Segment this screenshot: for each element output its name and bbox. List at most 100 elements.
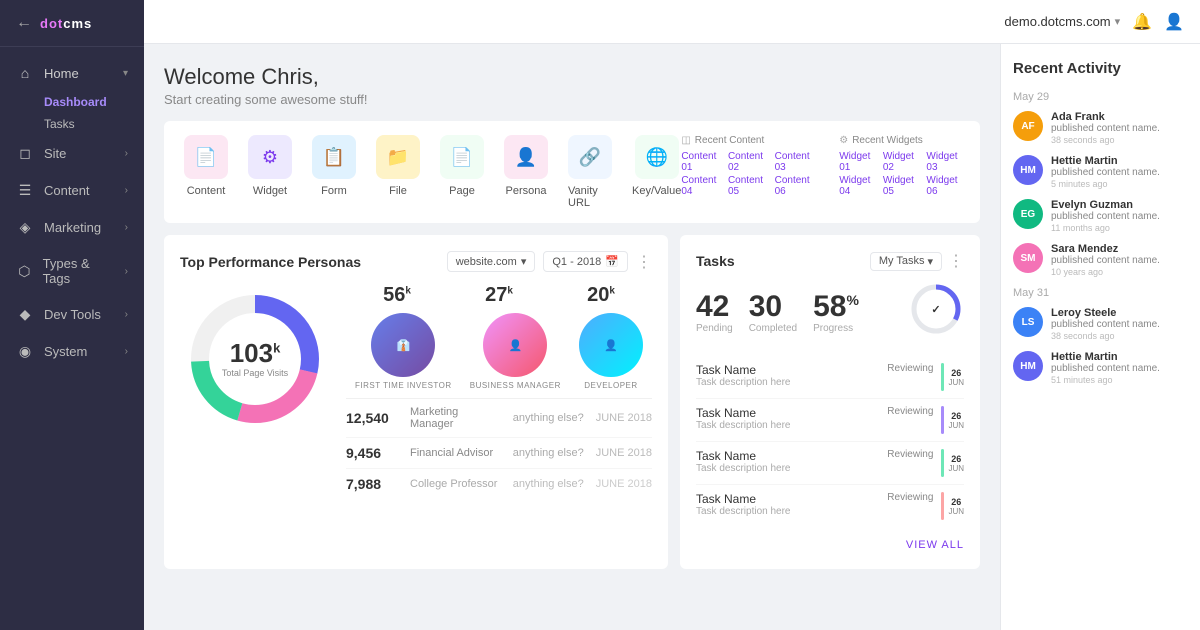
recent-widget-item[interactable]: Widget 02 xyxy=(883,151,917,173)
sidebar-item-tasks[interactable]: Tasks xyxy=(0,113,144,135)
personas-body: 103k Total Page Visits 56k xyxy=(180,284,652,499)
activity-content: Sara Mendez published content name. 10 y… xyxy=(1051,243,1160,277)
activity-item: AF Ada Frank published content name. 38 … xyxy=(1013,111,1188,145)
activity-content: Evelyn Guzman published content name. 11… xyxy=(1051,199,1160,233)
row-action: anything else? xyxy=(513,412,584,424)
sidebar-item-dev[interactable]: ◆ Dev Tools › xyxy=(0,296,144,333)
activity-item: LS Leroy Steele published content name. … xyxy=(1013,307,1188,341)
sidebar-item-site-label: Site xyxy=(44,146,66,161)
date-filter[interactable]: Q1 - 2018 📅 xyxy=(543,251,628,272)
sidebar-item-system-label: System xyxy=(44,344,87,359)
progress-label: Progress xyxy=(813,323,859,334)
content-icon: ☰ xyxy=(16,182,34,199)
activity-name: Hettie Martin xyxy=(1051,351,1160,363)
content-area: Welcome Chris, Start creating some aweso… xyxy=(144,44,1200,630)
persona-col-3: 20k xyxy=(587,284,615,307)
personas-panel: Top Performance Personas website.com ▾ Q… xyxy=(164,235,668,569)
personas-panel-controls: website.com ▾ Q1 - 2018 📅 ⋮ xyxy=(447,251,652,272)
recent-content-item[interactable]: Content 01 xyxy=(681,151,718,173)
quick-action-widget[interactable]: ⚙ Widget xyxy=(248,135,292,209)
activity-name: Hettie Martin xyxy=(1051,155,1160,167)
recent-widget-item[interactable]: Widget 03 xyxy=(926,151,960,173)
recent-content-item[interactable]: Content 04 xyxy=(681,175,718,197)
activity-item: HM Hettie Martin published content name.… xyxy=(1013,351,1188,385)
form-action-label: Form xyxy=(321,185,347,197)
recent-content-item[interactable]: Content 05 xyxy=(728,175,765,197)
donut-total: 103k xyxy=(222,340,288,366)
sidebar-item-marketing[interactable]: ◈ Marketing › xyxy=(0,209,144,246)
persona-avatars-row: 👔 FIRST TIME INVESTOR 👤 BUSINESS MANAGER… xyxy=(346,313,652,390)
avatar: HM xyxy=(1013,155,1043,185)
tasks-pending: 42 Pending xyxy=(696,290,733,334)
vanity-action-icon: 🔗 xyxy=(568,135,612,179)
recent-widget-item[interactable]: Widget 04 xyxy=(839,175,873,197)
quick-action-vanity[interactable]: 🔗 Vanity URL xyxy=(568,135,612,209)
sidebar-item-site[interactable]: ◻ Site › xyxy=(0,135,144,172)
activity-name: Sara Mendez xyxy=(1051,243,1160,255)
task-desc: Task description here xyxy=(696,463,879,474)
row-num: 9,456 xyxy=(346,445,398,461)
completed-label: Completed xyxy=(749,323,797,334)
recent-content-item[interactable]: Content 02 xyxy=(728,151,765,173)
website-filter[interactable]: website.com ▾ xyxy=(447,251,536,272)
activity-time: 38 seconds ago xyxy=(1051,331,1160,341)
persona-avatar-col-1: 👔 FIRST TIME INVESTOR xyxy=(355,313,452,390)
vanity-action-label: Vanity URL xyxy=(568,185,612,209)
domain-selector[interactable]: demo.dotcms.com ▾ xyxy=(1004,14,1120,29)
sidebar-item-home[interactable]: ⌂ Home ▾ xyxy=(0,55,144,91)
task-desc: Task description here xyxy=(696,420,879,431)
sidebar-item-types[interactable]: ⬡ Types & Tags › xyxy=(0,246,144,296)
persona-2-name: BUSINESS MANAGER xyxy=(470,381,561,390)
quick-action-form[interactable]: 📋 Form xyxy=(312,135,356,209)
quick-action-content[interactable]: 📄 Content xyxy=(184,135,228,209)
sidebar-item-content[interactable]: ☰ Content › xyxy=(0,172,144,209)
row-action: anything else? xyxy=(513,447,584,459)
task-item: Task Name Task description here Reviewin… xyxy=(696,356,964,399)
task-info: Task Name Task description here xyxy=(696,363,879,388)
persona-col-2: 27k xyxy=(485,284,513,307)
tasks-filter[interactable]: My Tasks ▾ xyxy=(870,252,942,271)
types-arrow: › xyxy=(125,266,128,277)
recent-widget-item[interactable]: Widget 01 xyxy=(839,151,873,173)
persona-1-num: 56k xyxy=(383,284,411,307)
row-type: College Professor xyxy=(410,478,501,490)
notification-icon[interactable]: 🔔 xyxy=(1132,12,1152,32)
persona-1-avatar: 👔 xyxy=(371,313,435,377)
sidebar-item-system[interactable]: ◉ System › xyxy=(0,333,144,370)
system-arrow: › xyxy=(125,346,128,357)
quick-action-keyvalue[interactable]: 🌐 Key/Value xyxy=(632,135,681,209)
activity-action: published content name. xyxy=(1051,167,1160,178)
activity-action: published content name. xyxy=(1051,319,1160,330)
view-all-link[interactable]: VIEW ALL xyxy=(906,539,964,551)
task-item: Task Name Task description here Reviewin… xyxy=(696,485,964,527)
back-icon[interactable]: ← xyxy=(16,14,32,32)
table-row: 12,540 Marketing Manager anything else? … xyxy=(346,399,652,438)
recent-widget-item[interactable]: Widget 05 xyxy=(883,175,917,197)
activity-content: Hettie Martin published content name. 51… xyxy=(1051,351,1160,385)
form-action-icon: 📋 xyxy=(312,135,356,179)
recent-widget-item[interactable]: Widget 06 xyxy=(926,175,960,197)
tasks-completed: 30 Completed xyxy=(749,290,797,334)
sidebar-item-content-label: Content xyxy=(44,183,90,198)
user-profile-icon[interactable]: 👤 xyxy=(1164,12,1184,32)
quick-action-page[interactable]: 📄 Page xyxy=(440,135,484,209)
avatar: LS xyxy=(1013,307,1043,337)
home-icon: ⌂ xyxy=(16,65,34,81)
task-status: Reviewing xyxy=(887,363,933,374)
task-desc: Task description here xyxy=(696,506,879,517)
row-date: JUNE 2018 xyxy=(596,412,652,424)
tasks-menu-icon[interactable]: ⋮ xyxy=(948,251,964,271)
quick-action-persona[interactable]: 👤 Persona xyxy=(504,135,548,209)
sidebar-item-dashboard[interactable]: Dashboard xyxy=(0,91,144,113)
activity-date-may31: May 31 xyxy=(1013,287,1188,299)
recent-content-item[interactable]: Content 06 xyxy=(775,175,812,197)
task-name: Task Name xyxy=(696,406,879,420)
quick-action-file[interactable]: 📁 File xyxy=(376,135,420,209)
donut-label: Total Page Visits xyxy=(222,368,288,378)
task-info: Task Name Task description here xyxy=(696,406,879,431)
recent-content-item[interactable]: Content 03 xyxy=(775,151,812,173)
logo-text: dotcms xyxy=(40,16,92,31)
personas-menu-icon[interactable]: ⋮ xyxy=(636,252,652,272)
persona-table: 12,540 Marketing Manager anything else? … xyxy=(346,398,652,499)
widget-action-icon: ⚙ xyxy=(248,135,292,179)
